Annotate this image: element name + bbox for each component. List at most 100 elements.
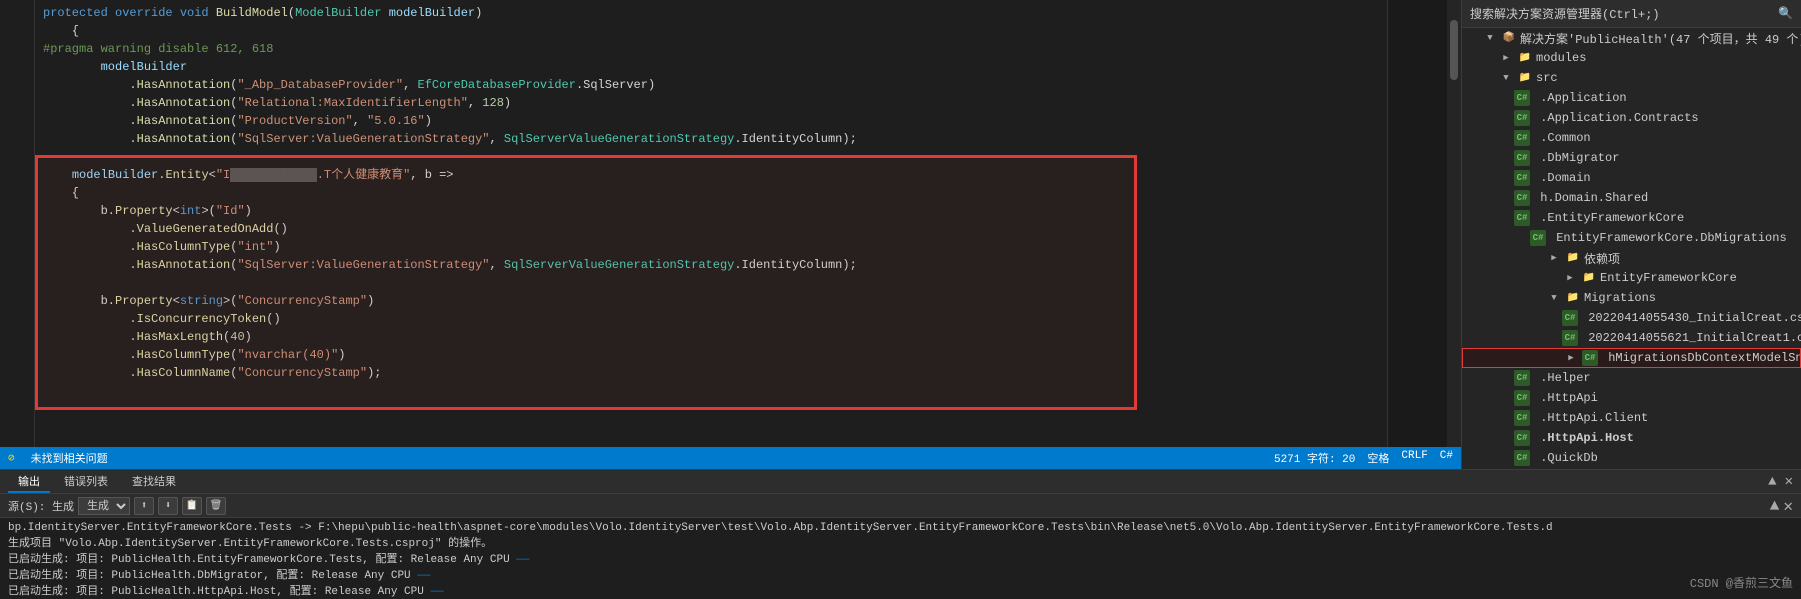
- panel-controls: ▲ ✕: [1768, 473, 1793, 490]
- code-line: modelBuilder: [43, 58, 1379, 76]
- tree-label: .Domain: [1533, 171, 1591, 185]
- tree-label: h.Domain.Shared: [1533, 191, 1648, 205]
- tree-item-common[interactable]: C# .Common: [1462, 128, 1801, 148]
- code-container: protected override void BuildModel(Model…: [0, 0, 1461, 447]
- tree-label: .HttpApi.Host: [1533, 431, 1634, 445]
- tree-item-dbmigrator[interactable]: C# .DbMigrator: [1462, 148, 1801, 168]
- scrollbar-thumb[interactable]: [1450, 20, 1458, 80]
- search-icon[interactable]: 🔍: [1778, 6, 1793, 21]
- arrow-icon: ▼: [1546, 290, 1562, 306]
- code-line: .IsConcurrencyToken(): [43, 310, 1379, 328]
- cs-icon: C#: [1514, 110, 1530, 126]
- tree-item-domain-shared[interactable]: C# h.Domain.Shared: [1462, 188, 1801, 208]
- tree-label: src: [1536, 71, 1558, 85]
- editor-content[interactable]: protected override void BuildModel(Model…: [0, 0, 1461, 447]
- line-numbers: [0, 0, 35, 447]
- toolbar-btn-down[interactable]: ⬇: [158, 497, 178, 515]
- toolbar-btn-up[interactable]: ⬆: [134, 497, 154, 515]
- tree-item-modules[interactable]: ▶ 📁 modules: [1462, 48, 1801, 68]
- toolbar-btn-clear[interactable]: 🗑: [206, 497, 226, 515]
- tree-item-modelsnap[interactable]: ▶ C# hMigrationsDbContextModelSnap: [1462, 348, 1801, 368]
- tab-find-results[interactable]: 查找结果: [122, 471, 186, 493]
- cs-icon: C#: [1514, 150, 1530, 166]
- code-line: .HasAnnotation("ProductVersion", "5.0.16…: [43, 112, 1379, 130]
- output-select[interactable]: 生成: [78, 497, 130, 515]
- tree-item-helper[interactable]: C# .Helper: [1462, 368, 1801, 388]
- code-line: b.Property<string>("ConcurrencyStamp"): [43, 292, 1379, 310]
- tree-item-quickdb[interactable]: C# .QuickDb: [1462, 448, 1801, 468]
- tree-item-efcore-migrations[interactable]: C# EntityFrameworkCore.DbMigrations: [1462, 228, 1801, 248]
- arrow-icon: ▶: [1563, 350, 1579, 366]
- cs-icon: C#: [1562, 330, 1578, 346]
- tree-label: .HttpApi.Client: [1533, 411, 1648, 425]
- tree-label: EntityFrameworkCore.DbMigrations: [1549, 231, 1787, 245]
- code-editor[interactable]: protected override void BuildModel(Model…: [35, 0, 1387, 447]
- status-line-col: 5271 字符: 20: [1274, 450, 1355, 466]
- editor-scrollbar[interactable]: [1447, 0, 1461, 447]
- code-line: protected override void BuildModel(Model…: [43, 4, 1379, 22]
- code-line: .HasAnnotation("Relational:MaxIdentifier…: [43, 94, 1379, 112]
- cs-icon: C#: [1514, 90, 1530, 106]
- cs-icon: C#: [1514, 130, 1530, 146]
- tree-label: .Common: [1533, 131, 1591, 145]
- tree-item-domain[interactable]: C# .Domain: [1462, 168, 1801, 188]
- code-line: b.Property<int>("Id"): [43, 202, 1379, 220]
- tree-solution[interactable]: ▼ 📦 解决方案'PublicHealth'(47 个项目，共 49 个): [1462, 28, 1801, 48]
- code-line: .HasAnnotation("_Abp_DatabaseProvider", …: [43, 76, 1379, 94]
- output-line: 已启动生成: 项目: PublicHealth.DbMigrator, 配置: …: [8, 568, 1793, 584]
- bottom-panel: 输出 错误列表 查找结果 ▲ ✕ 源(S): 生成 生成 ⬆ ⬇ 📋 🗑 ▲ ✕…: [0, 469, 1801, 599]
- tree-item-httpapi-client[interactable]: C# .HttpApi.Client: [1462, 408, 1801, 428]
- tree-item-migration1[interactable]: C# 20220414055430_InitialCreat.cs: [1462, 308, 1801, 328]
- status-encoding: 空格: [1367, 450, 1389, 466]
- tree-item-application[interactable]: C# .Application: [1462, 88, 1801, 108]
- tree-item-httpapi-host[interactable]: C# .HttpApi.Host: [1462, 428, 1801, 448]
- tree-item-migrations-folder[interactable]: ▼ 📁 Migrations: [1462, 288, 1801, 308]
- bottom-panel-tabs: 输出 错误列表 查找结果 ▲ ✕: [0, 470, 1801, 494]
- cs-icon: C#: [1514, 430, 1530, 446]
- tree-label: Migrations: [1584, 291, 1656, 305]
- tree-item-efcore[interactable]: C# .EntityFrameworkCore: [1462, 208, 1801, 228]
- arrow-icon: ▶: [1498, 50, 1514, 66]
- tree-label: .QuickDb: [1533, 451, 1598, 465]
- tree-label: 20220414055621_InitialCreat1.cs: [1581, 331, 1801, 345]
- folder-icon: 📁: [1517, 50, 1533, 66]
- arrow-icon: ▼: [1498, 70, 1514, 86]
- tree-label: 依赖项: [1584, 250, 1620, 267]
- solution-icon: 📦: [1501, 30, 1517, 46]
- output-line: 已启动生成: 项目: PublicHealth.HttpApi.Host, 配置…: [8, 584, 1793, 599]
- tree-item-app-contracts[interactable]: C# .Application.Contracts: [1462, 108, 1801, 128]
- solution-explorer-header: 搜索解决方案资源管理器(Ctrl+;) 🔍: [1462, 0, 1801, 28]
- watermark: CSDN @香煎三文鱼: [1690, 574, 1793, 591]
- code-line: modelBuilder.Entity<"I████████████.T个人健康…: [43, 166, 1379, 184]
- arrow-icon: ▶: [1562, 270, 1578, 286]
- expand-arrow-icon: ▼: [1482, 30, 1498, 46]
- tree-label: .DbMigrator: [1533, 151, 1619, 165]
- cs-icon: C#: [1530, 230, 1546, 246]
- tab-output[interactable]: 输出: [8, 471, 50, 493]
- status-line-ending: CRLF: [1401, 450, 1427, 466]
- code-line: .HasMaxLength(40): [43, 328, 1379, 346]
- cs-icon: C#: [1514, 190, 1530, 206]
- solution-label: 解决方案'PublicHealth'(47 个项目，共 49 个): [1520, 30, 1801, 47]
- tree-item-src[interactable]: ▼ 📁 src: [1462, 68, 1801, 88]
- tree-label: .Application.Contracts: [1533, 111, 1699, 125]
- tree-item-efcore2[interactable]: ▶ 📁 EntityFrameworkCore: [1462, 268, 1801, 288]
- solution-explorer: 搜索解决方案资源管理器(Ctrl+;) 🔍 ▼ 📦 解决方案'PublicHea…: [1461, 0, 1801, 469]
- code-line: {: [43, 22, 1379, 40]
- code-line: .HasColumnName("ConcurrencyStamp");: [43, 364, 1379, 382]
- tree-item-httpapi[interactable]: C# .HttpApi: [1462, 388, 1801, 408]
- tree-label: .EntityFrameworkCore: [1533, 211, 1684, 225]
- output-content[interactable]: bp.IdentityServer.EntityFrameworkCore.Te…: [0, 518, 1801, 599]
- output-line: bp.IdentityServer.EntityFrameworkCore.Te…: [8, 520, 1793, 536]
- cs-icon: C#: [1514, 170, 1530, 186]
- solution-explorer-title: 搜索解决方案资源管理器(Ctrl+;): [1470, 5, 1660, 22]
- tree-area[interactable]: ▼ 📦 解决方案'PublicHealth'(47 个项目，共 49 个) ▶ …: [1462, 28, 1801, 469]
- folder-icon: 📁: [1517, 70, 1533, 86]
- tab-error-list[interactable]: 错误列表: [54, 471, 118, 493]
- toolbar-btn-copy[interactable]: 📋: [182, 497, 202, 515]
- code-line: .ValueGeneratedOnAdd(): [43, 220, 1379, 238]
- tree-item-deps[interactable]: ▶ 📁 依赖项: [1462, 248, 1801, 268]
- output-line: 已启动生成: 项目: PublicHealth.EntityFrameworkC…: [8, 552, 1793, 568]
- tree-item-migration2[interactable]: C# 20220414055621_InitialCreat1.cs: [1462, 328, 1801, 348]
- tree-label: .Application: [1533, 91, 1627, 105]
